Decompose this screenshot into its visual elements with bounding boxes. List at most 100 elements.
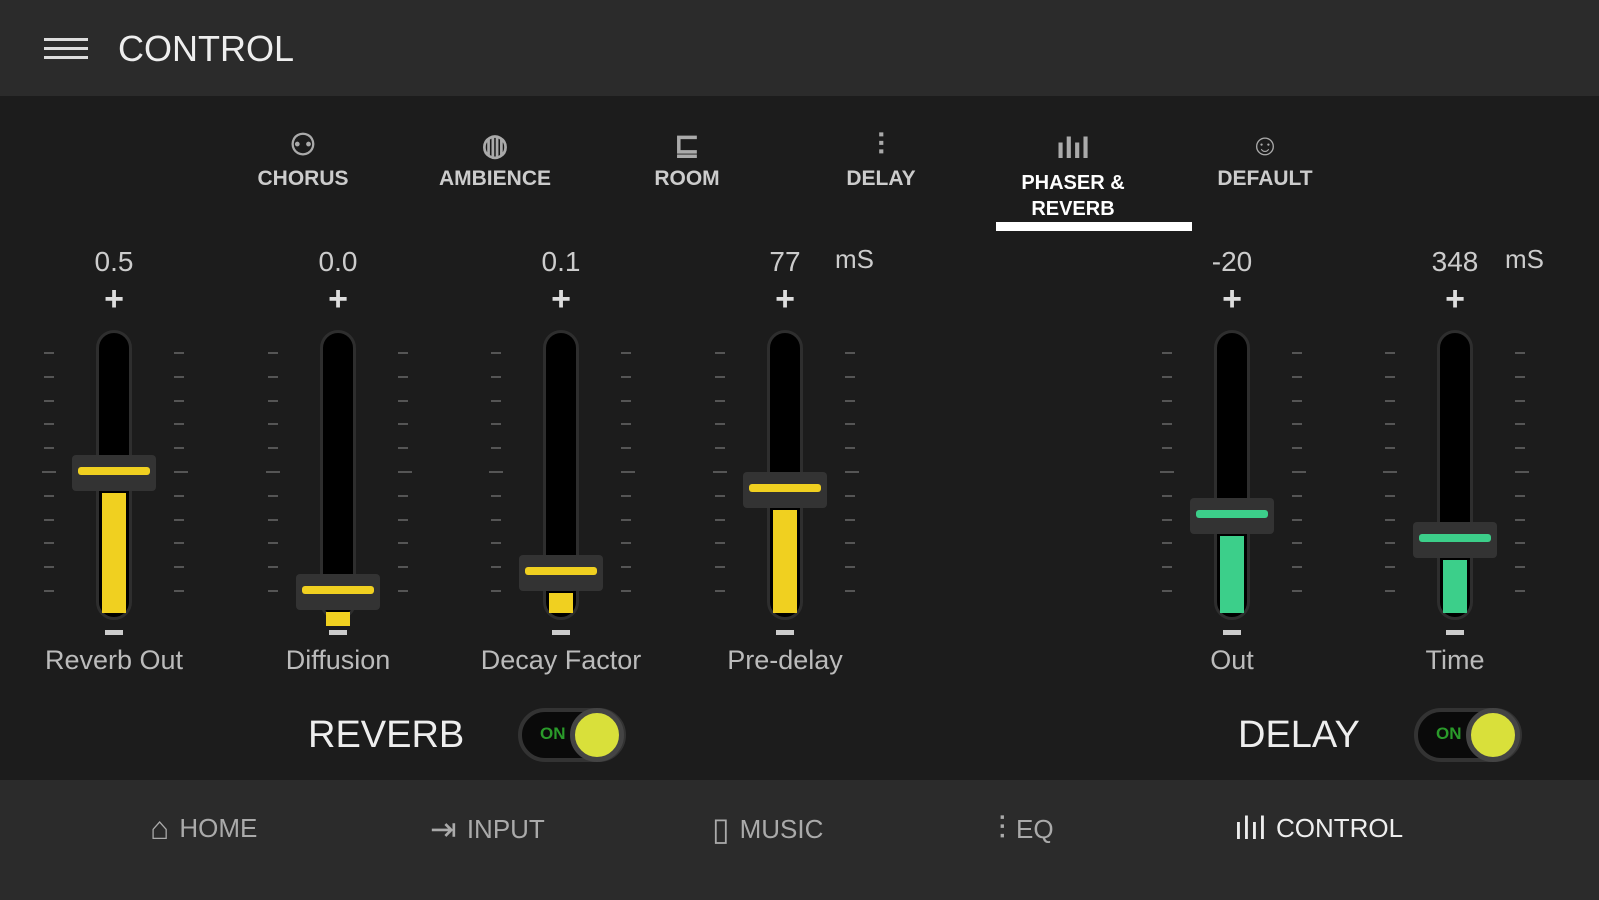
scale-tick [1292, 352, 1302, 354]
scale-tick [268, 447, 278, 450]
tab-default[interactable]: ☺ DEFAULT [1180, 125, 1350, 191]
tab-room[interactable]: ⊑ ROOM [602, 125, 772, 191]
sliders-icon: ⫶ [877, 129, 885, 162]
nav-music[interactable]: ▯ MUSIC [712, 810, 823, 848]
slider-value: 0.1 [541, 246, 581, 277]
decrement-button[interactable] [329, 630, 347, 635]
slider-fill [773, 509, 797, 613]
scale-tick [1162, 399, 1172, 402]
scale-tick [1515, 566, 1525, 569]
scale-tick [44, 566, 54, 569]
nav-label: CONTROL [1276, 813, 1404, 843]
reverb-label: REVERB [308, 714, 465, 756]
slider-fill [549, 592, 573, 613]
scale-tick [621, 423, 631, 426]
scale-tick [845, 352, 855, 354]
scale-tick [1515, 590, 1525, 592]
increment-button[interactable]: + [461, 280, 661, 319]
scale-tick [174, 352, 184, 354]
waveform-icon: ılıl [1056, 132, 1090, 165]
tab-ambience[interactable]: ◍ AMBIENCE [410, 125, 580, 191]
decrement-button[interactable] [105, 630, 123, 635]
tab-label: CHORUS [257, 167, 349, 190]
globe-icon: ◍ [481, 129, 509, 162]
decrement-button[interactable] [1223, 630, 1241, 635]
scale-tick [398, 423, 408, 426]
slider-handle[interactable] [743, 471, 827, 508]
scale-tick [845, 494, 855, 497]
scale-tick [621, 375, 631, 378]
scale-tick [1385, 542, 1395, 545]
scale-tick [1385, 566, 1395, 569]
scale-tick [266, 471, 280, 473]
scale-tick [715, 399, 725, 402]
tab-chorus[interactable]: ⚇ CHORUS [218, 125, 388, 191]
decrement-button[interactable] [776, 630, 794, 635]
decrement-button[interactable] [1446, 630, 1464, 635]
nav-input[interactable]: ⇥ INPUT [430, 810, 545, 848]
scale-tick [715, 566, 725, 569]
increment-button[interactable]: + [1132, 280, 1332, 319]
slider-out: -20 + Out [1132, 240, 1332, 690]
increment-button[interactable]: + [14, 280, 214, 319]
scale-tick [491, 494, 501, 497]
scale-tick [44, 447, 54, 450]
scale-tick [268, 399, 278, 402]
slider-handle[interactable] [519, 554, 603, 591]
scale-tick [174, 542, 184, 545]
scale-tick [1515, 518, 1525, 521]
slider-fill [102, 493, 126, 613]
scale-tick [1515, 542, 1525, 545]
scale-tick [491, 399, 501, 402]
active-tab-underline [996, 222, 1192, 231]
scale-tick [621, 518, 631, 521]
slider-handle[interactable] [1413, 521, 1497, 558]
increment-button[interactable]: + [685, 280, 885, 319]
slider-label: Diffusion [285, 645, 391, 675]
slider-handle[interactable] [72, 455, 156, 491]
toggle-on-label: ON [540, 724, 566, 743]
slider-value: 0.0 [318, 246, 358, 277]
tab-delay[interactable]: ⫶ DELAY [796, 125, 966, 191]
scale-tick [491, 375, 501, 378]
slider-diffusion: 0.0 + Diffusion [238, 240, 438, 690]
reverb-toggle[interactable]: ON [518, 708, 626, 762]
nav-label: HOME [179, 813, 258, 843]
increment-button[interactable]: + [238, 280, 438, 319]
scale-tick [845, 399, 855, 402]
scale-tick [1385, 399, 1395, 402]
nav-control[interactable]: ılıl CONTROL [1234, 810, 1403, 847]
hamburger-icon[interactable] [44, 38, 88, 64]
scale-tick [268, 566, 278, 569]
toggle-knob [1466, 708, 1520, 762]
scale-tick [44, 518, 54, 521]
decrement-button[interactable] [552, 630, 570, 635]
slider-reverb-out: 0.5 + Reverb Out [14, 240, 214, 690]
scale-tick [1385, 375, 1395, 378]
tab-label: PHASER & REVERB [1021, 172, 1125, 220]
nav-label: INPUT [466, 813, 545, 844]
scale-tick [44, 590, 54, 592]
scale-tick [1162, 447, 1172, 450]
tab-label: AMBIENCE [438, 167, 551, 190]
scale-tick [621, 399, 631, 402]
scale-tick [621, 566, 631, 569]
scale-tick [1292, 375, 1302, 378]
scale-tick [268, 352, 278, 354]
tab-label: DELAY [846, 167, 916, 190]
nav-eq[interactable]: ⫶ EQ [998, 810, 1054, 848]
scale-tick [1385, 590, 1395, 592]
tab-phaser-reverb[interactable]: ılıl PHASER & REVERB [988, 128, 1158, 222]
slider-handle[interactable] [1190, 497, 1274, 534]
nav-home[interactable]: ⌂ HOME [150, 810, 257, 847]
slider-handle[interactable] [296, 574, 380, 610]
scale-tick [398, 352, 408, 354]
scale-tick [398, 494, 408, 497]
increment-button[interactable]: + [1355, 280, 1555, 319]
scale-tick [845, 471, 859, 473]
delay-toggle[interactable]: ON [1414, 708, 1522, 762]
face-icon: ☺ [1249, 129, 1281, 162]
scale-tick [845, 447, 855, 450]
scale-tick [398, 518, 408, 521]
tab-label: DEFAULT [1217, 167, 1313, 190]
